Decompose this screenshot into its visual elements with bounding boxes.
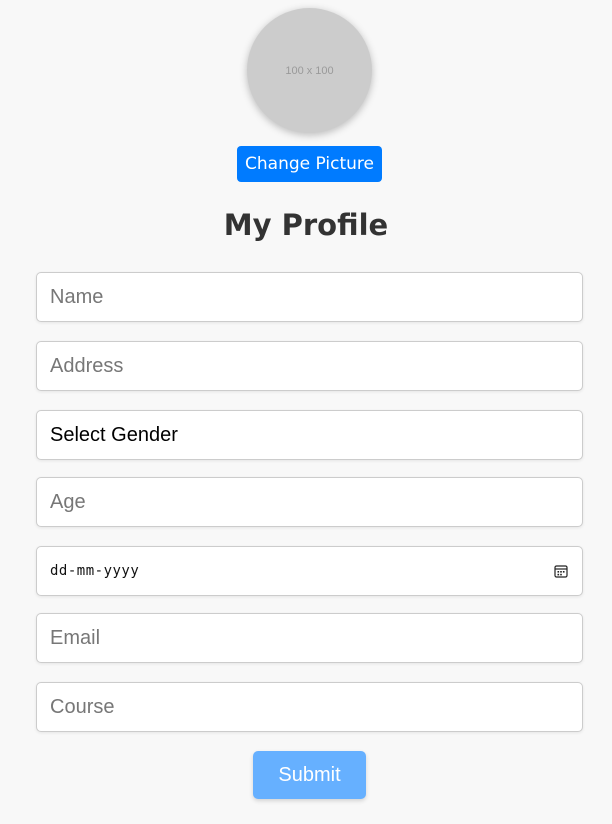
page-title: My Profile bbox=[223, 208, 389, 242]
email-input[interactable] bbox=[36, 613, 583, 663]
submit-button[interactable]: Submit bbox=[253, 751, 366, 799]
age-input[interactable] bbox=[36, 477, 583, 527]
calendar-icon[interactable] bbox=[553, 563, 569, 579]
address-input[interactable] bbox=[36, 341, 583, 391]
date-of-birth-input[interactable]: dd-mm-yyyy bbox=[36, 546, 583, 596]
change-picture-button[interactable]: Change Picture bbox=[237, 146, 382, 182]
date-placeholder: dd-mm-yyyy bbox=[50, 563, 140, 579]
name-input[interactable] bbox=[36, 272, 583, 322]
course-input[interactable] bbox=[36, 682, 583, 732]
gender-select-value: Select Gender bbox=[50, 423, 178, 446]
avatar: 100 x 100 bbox=[247, 8, 372, 133]
avatar-placeholder-text: 100 x 100 bbox=[285, 64, 334, 77]
profile-page: 100 x 100 Change Picture My Profile Sele… bbox=[0, 0, 612, 824]
gender-select[interactable]: Select Gender bbox=[36, 410, 583, 460]
